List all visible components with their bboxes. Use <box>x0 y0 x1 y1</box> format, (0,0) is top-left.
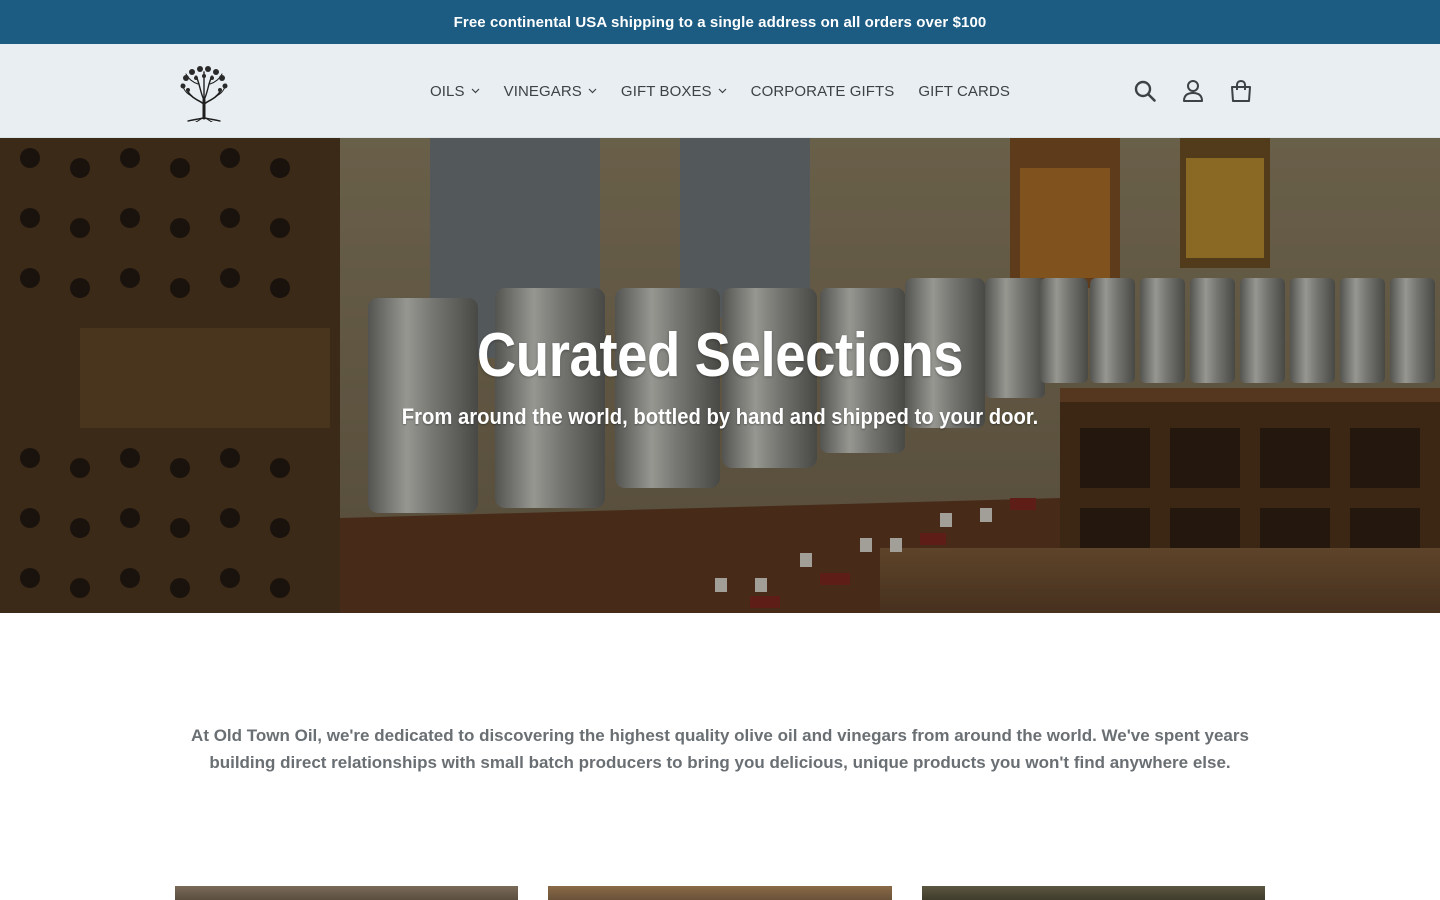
search-button[interactable] <box>1132 78 1158 104</box>
cart-icon <box>1231 79 1251 102</box>
nav-item-corporate-gifts[interactable]: CORPORATE GIFTS <box>739 83 907 100</box>
chevron-down-icon <box>588 88 597 94</box>
hero-banner: Curated Selections From around the world… <box>0 138 1440 613</box>
nav-label: VINEGARS <box>503 82 582 100</box>
collection-tile[interactable] <box>548 886 892 900</box>
intro-text: At Old Town Oil, we're dedicated to disc… <box>191 726 1249 772</box>
account-button[interactable] <box>1180 78 1206 104</box>
hero-title: Curated Selections <box>476 321 964 390</box>
collection-tile[interactable] <box>175 886 518 900</box>
collection-tiles <box>175 886 1265 900</box>
nav-label: OILS <box>430 82 465 100</box>
hero-subtitle: From around the world, bottled by hand a… <box>401 404 1039 429</box>
nav-label: GIFT BOXES <box>620 82 712 100</box>
announcement-bar: Free continental USA shipping to a singl… <box>0 0 1440 44</box>
cart-button[interactable] <box>1228 78 1254 104</box>
collection-tile[interactable] <box>922 886 1265 900</box>
chevron-down-icon <box>471 88 480 94</box>
search-icon <box>1134 80 1156 102</box>
nav-label: CORPORATE GIFTS <box>750 82 895 100</box>
site-header: OILS VINEGARS GIFT BOXES CORPORATE GIFTS… <box>0 44 1440 138</box>
nav-item-oils[interactable]: OILS <box>418 83 492 100</box>
nav-item-gift-boxes[interactable]: GIFT BOXES <box>609 83 739 100</box>
account-icon <box>1183 80 1203 102</box>
nav-item-gift-cards[interactable]: GIFT CARDS <box>906 83 1022 100</box>
nav-item-vinegars[interactable]: VINEGARS <box>492 83 609 100</box>
chevron-down-icon <box>718 88 727 94</box>
announcement-text: Free continental USA shipping to a singl… <box>453 13 987 31</box>
nav-label: GIFT CARDS <box>918 82 1010 100</box>
header-actions <box>1132 44 1254 138</box>
